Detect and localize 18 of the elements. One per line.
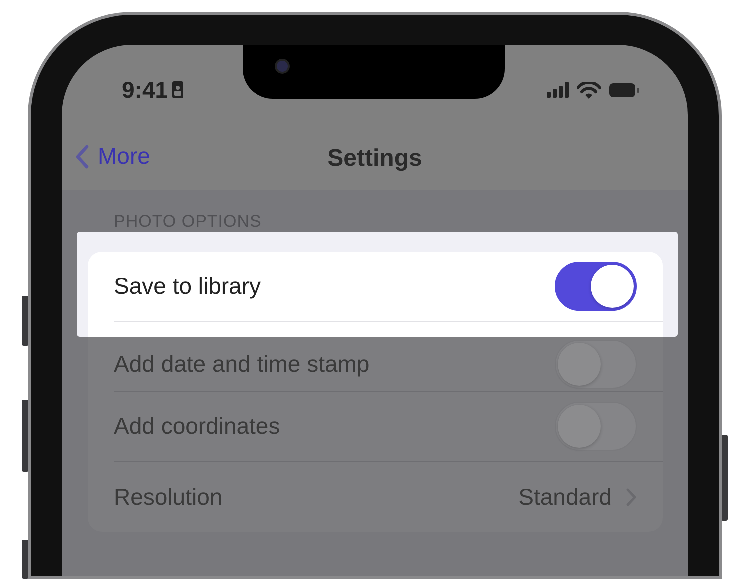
signal-icon (547, 82, 569, 98)
row-value: Standard (518, 484, 612, 510)
toggle-switch[interactable] (555, 262, 637, 311)
settings-row[interactable]: Add coordinates (114, 392, 663, 462)
row-label: Save to library (114, 273, 262, 300)
battery-icon (609, 82, 640, 98)
settings-row[interactable]: Add date and time stamp (114, 337, 663, 392)
clock-time: 9:41 (122, 76, 168, 104)
row-label: Resolution (114, 484, 223, 510)
camera-icon (275, 59, 290, 74)
screen-title: Settings (328, 144, 422, 172)
back-button[interactable]: More (76, 143, 150, 170)
portrait-lock-icon (172, 81, 184, 99)
wifi-icon (577, 82, 601, 98)
row-label: Add coordinates (114, 413, 280, 440)
back-chevron-icon (76, 144, 89, 168)
row-label: Add date and time stamp (114, 350, 370, 378)
settings-row[interactable]: Resolution Standard (114, 462, 663, 532)
